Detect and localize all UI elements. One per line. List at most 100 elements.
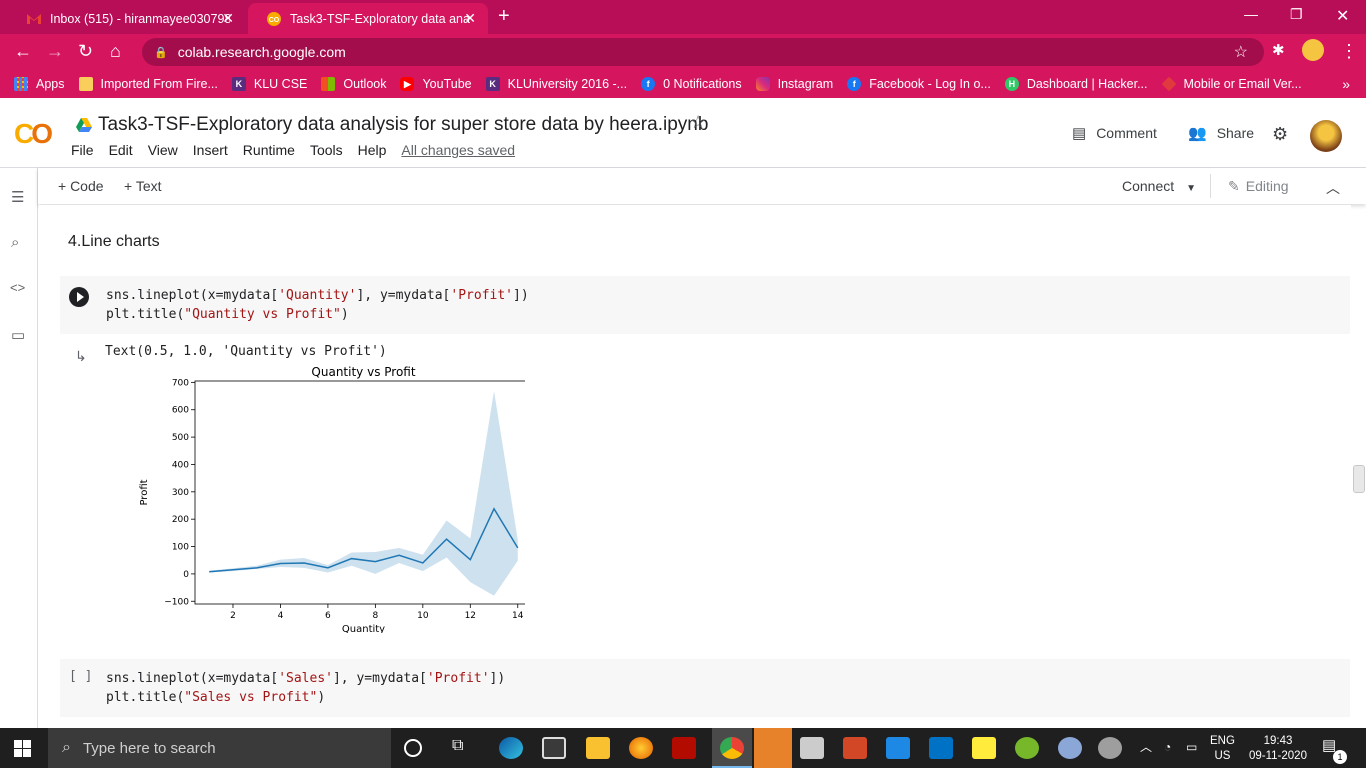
menu-insert[interactable]: Insert (193, 142, 228, 158)
editing-mode-button[interactable]: ✎ Editing (1228, 178, 1289, 195)
notebook-toolbar: + Code + Text Connect ▼ ✎ Editing ︿ (38, 168, 1366, 204)
bookmark-kluniversity[interactable]: K KLUniversity 2016 -... (485, 77, 627, 91)
mail-icon[interactable] (886, 737, 910, 759)
printer-icon[interactable] (800, 737, 824, 759)
edge-icon[interactable] (499, 737, 523, 759)
code-snippets-icon[interactable]: <> (10, 280, 25, 295)
extensions-icon[interactable]: ✱ (1272, 41, 1285, 59)
y-tick-label: 600 (172, 406, 189, 416)
task-view-icon[interactable]: ⧉ (452, 737, 476, 759)
save-status[interactable]: All changes saved (401, 142, 515, 158)
bookmark-mobile-email[interactable]: Mobile or Email Ver... (1161, 76, 1302, 92)
windows-start-icon[interactable] (14, 740, 31, 757)
more-bookmarks-icon[interactable]: » (1342, 76, 1350, 92)
code-editor[interactable]: sns.lineplot(x=mydata['Quantity'], y=myd… (106, 286, 529, 324)
clock[interactable]: 19:43 09-11-2020 (1246, 734, 1310, 764)
acrobat-icon[interactable] (672, 737, 696, 759)
language-indicator[interactable]: ENG US (1210, 734, 1235, 764)
colab-logo[interactable]: CO (14, 118, 53, 150)
settings-gear-icon[interactable]: ⚙ (1272, 124, 1288, 145)
outlook-icon[interactable] (929, 737, 953, 759)
code-cell-sales-profit[interactable]: [ ] sns.lineplot(x=mydata['Sales'], y=my… (60, 659, 1350, 717)
tab-gmail[interactable]: Inbox (515) - hiranmayee030798 ✕ (8, 3, 246, 34)
store-icon[interactable] (542, 737, 566, 759)
collapse-header-icon[interactable]: ︿ (1326, 178, 1340, 198)
google-drive-icon (76, 118, 92, 132)
menu-view[interactable]: View (148, 142, 178, 158)
close-window-icon[interactable]: ✕ (1336, 6, 1349, 26)
svg-text:CO: CO (269, 17, 280, 24)
new-tab-button[interactable]: + (498, 5, 510, 28)
file-explorer-icon[interactable] (586, 737, 610, 759)
code-editor[interactable]: sns.lineplot(x=mydata['Sales'], y=mydata… (106, 669, 505, 707)
paint-icon[interactable] (1098, 737, 1122, 759)
bookmark-klu-cse[interactable]: K KLU CSE (231, 77, 307, 91)
firefox-icon[interactable] (629, 737, 653, 759)
files-folder-icon[interactable]: ▭ (11, 326, 25, 344)
forward-icon[interactable]: → (46, 41, 64, 62)
minimize-icon[interactable]: — (1244, 6, 1258, 22)
address-bar[interactable]: 🔒 colab.research.google.com ☆ (142, 38, 1264, 66)
utorrent-icon[interactable] (1015, 737, 1039, 759)
menu-bar: File Edit View Insert Runtime Tools Help… (71, 142, 530, 158)
cortana-icon[interactable] (404, 739, 422, 757)
wifi-icon[interactable]: ◔ (1164, 740, 1171, 755)
cell-execution-count[interactable]: [ ] (69, 669, 92, 684)
add-text-button[interactable]: + Text (124, 178, 162, 194)
profile-avatar[interactable] (1302, 39, 1324, 61)
restore-icon[interactable]: ❐ (1290, 6, 1303, 23)
menu-runtime[interactable]: Runtime (243, 142, 295, 158)
tab-colab[interactable]: CO Task3-TSF-Exploratory data analy ✕ (248, 3, 488, 34)
table-of-contents-icon[interactable]: ☰ (11, 188, 24, 206)
y-tick-label: 700 (172, 378, 189, 388)
battery-icon[interactable]: ▭ (1186, 740, 1197, 755)
code-cell-quantity-profit[interactable]: sns.lineplot(x=mydata['Quantity'], y=myd… (60, 276, 1350, 334)
chrome-menu-icon[interactable]: ⋮ (1340, 41, 1358, 62)
lock-icon: 🔒 (154, 46, 168, 59)
confidence-band (209, 391, 518, 596)
bookmark-notifications[interactable]: f 0 Notifications (641, 77, 742, 91)
close-tab-icon[interactable]: ✕ (222, 10, 234, 27)
show-hidden-icons-icon[interactable]: ︿ (1140, 740, 1152, 755)
avatar[interactable] (1310, 120, 1342, 152)
share-button[interactable]: 👥 Share (1188, 124, 1254, 142)
bookmark-hackerrank[interactable]: H Dashboard | Hacker... (1004, 77, 1148, 91)
bookmark-facebook[interactable]: f Facebook - Log In o... (847, 77, 991, 91)
bookmark-instagram[interactable]: Instagram (755, 77, 833, 91)
bookmark-imported-folder[interactable]: Imported From Fire... (78, 77, 218, 91)
star-notebook-icon[interactable]: ☆ (690, 112, 706, 133)
menu-edit[interactable]: Edit (109, 142, 133, 158)
search-icon[interactable]: ⌕ (11, 234, 19, 251)
bookmark-apps[interactable]: Apps (14, 77, 65, 91)
output-arrow-icon[interactable]: ↳ (75, 348, 87, 365)
chrome-icon (720, 737, 744, 759)
notification-count-badge: 1 (1333, 750, 1347, 764)
bookmark-youtube[interactable]: ▶ YouTube (400, 77, 472, 91)
menu-tools[interactable]: Tools (310, 142, 343, 158)
scrollbar-thumb[interactable] (1353, 465, 1365, 493)
back-icon[interactable]: ← (14, 41, 32, 62)
notebook-title[interactable]: Task3-TSF-Exploratory data analysis for … (76, 114, 708, 136)
bookmark-outlook[interactable]: Outlook (321, 77, 386, 91)
outlook-icon (321, 77, 336, 91)
chart-title: Quantity vs Profit (311, 365, 415, 379)
run-cell-button[interactable] (69, 287, 89, 307)
notifications-icon[interactable]: ▤ (1322, 738, 1336, 753)
sticky-notes-icon[interactable] (972, 737, 996, 759)
facebook-icon: f (641, 77, 656, 91)
taskbar-search-input[interactable]: ⌕ Type here to search (48, 728, 391, 768)
menu-file[interactable]: File (71, 142, 94, 158)
cell-output-text: Text(0.5, 1.0, 'Quantity vs Profit') (105, 344, 387, 359)
connect-button[interactable]: Connect ▼ (1122, 178, 1196, 194)
powerpoint-icon[interactable] (843, 737, 867, 759)
menu-help[interactable]: Help (358, 142, 387, 158)
add-code-button[interactable]: + Code (58, 178, 104, 194)
python-idle-icon[interactable] (754, 728, 792, 768)
home-icon[interactable]: ⌂ (110, 41, 121, 62)
tab-title: Task3-TSF-Exploratory data analy (290, 11, 470, 26)
reload-icon[interactable]: ↻ (78, 41, 93, 62)
close-tab-icon[interactable]: ✕ (464, 10, 476, 27)
r-language-icon[interactable] (1058, 737, 1082, 759)
comment-button[interactable]: ▤ Comment (1072, 124, 1157, 142)
bookmark-star-icon[interactable]: ☆ (1234, 42, 1248, 62)
